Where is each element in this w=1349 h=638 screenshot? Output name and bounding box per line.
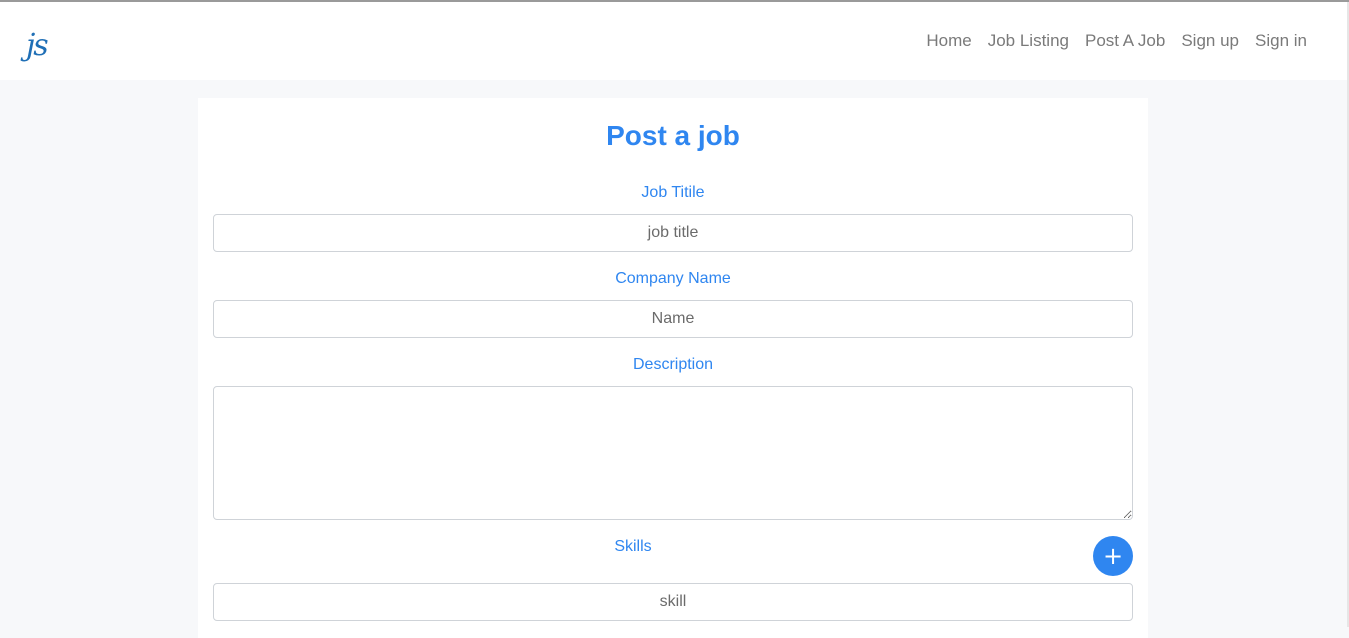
job-title-label: Job Titile [641,184,705,201]
company-name-input[interactable] [213,300,1133,338]
brand-logo[interactable]: js [26,26,66,70]
post-job-form: Post a job Job Titile Company Name Descr… [198,98,1148,638]
description-textarea[interactable] [213,386,1133,520]
nav-job-listing[interactable]: Job Listing [988,30,1069,52]
add-skill-button[interactable]: + [1093,536,1133,576]
nav-home[interactable]: Home [926,30,971,52]
brand-logo-text: js [26,28,49,63]
navbar: js Home Job Listing Post A Job Sign up S… [0,2,1347,80]
description-label: Description [632,356,714,373]
job-title-input[interactable] [213,214,1133,252]
skills-label: Skills [614,538,652,555]
nav-sign-in[interactable]: Sign in [1255,30,1307,52]
skill-input[interactable] [213,583,1133,621]
company-name-label: Company Name [615,270,731,287]
nav-post-a-job[interactable]: Post A Job [1085,30,1165,52]
nav-sign-up[interactable]: Sign up [1181,30,1239,52]
main-nav: Home Job Listing Post A Job Sign up Sign… [926,30,1307,52]
page-title: Post a job [606,120,740,151]
